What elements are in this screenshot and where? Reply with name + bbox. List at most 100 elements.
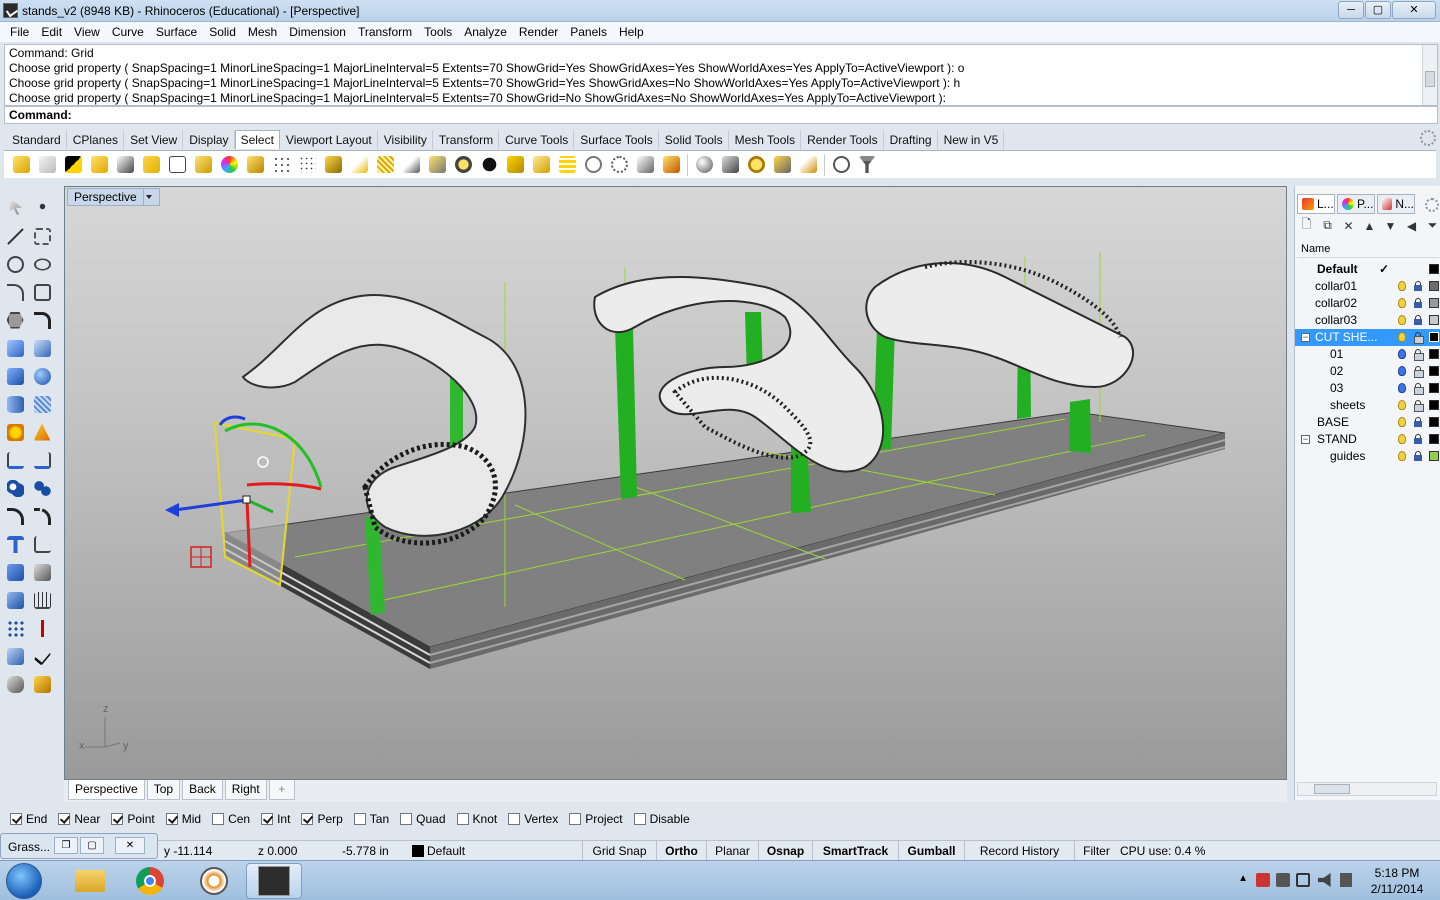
arc-icon[interactable] (3, 280, 27, 304)
checkbox[interactable] (111, 813, 124, 825)
layer-row-cut-sheets[interactable]: − CUT SHE... (1295, 329, 1440, 346)
select-meshes-icon[interactable] (476, 153, 502, 177)
layer-row-collar01[interactable]: collar01 (1295, 278, 1440, 295)
layer-color-swatch[interactable] (1429, 264, 1439, 274)
menu-mesh[interactable]: Mesh (242, 22, 283, 42)
unlock-icon[interactable] (1414, 400, 1424, 412)
select-by-color-icon[interactable] (216, 153, 242, 177)
viewport-title[interactable]: Perspective (67, 188, 160, 206)
lightbulb-icon[interactable] (1398, 332, 1406, 342)
mirror-icon[interactable] (30, 616, 54, 640)
tab-mesh-tools[interactable]: Mesh Tools (729, 130, 802, 149)
smarttrack-toggle[interactable]: SmartTrack (812, 841, 898, 861)
status-current-layer[interactable]: Default (412, 841, 465, 861)
collapse-toggle[interactable]: − (1301, 435, 1310, 444)
layer-row-guides[interactable]: guides (1295, 448, 1440, 465)
lightbulb-icon[interactable] (1398, 298, 1406, 308)
tab-top[interactable]: Top (146, 780, 181, 800)
select-text-icon[interactable] (528, 153, 554, 177)
show-hidden-icons-icon[interactable]: ▲ (1238, 873, 1248, 884)
osnap-tan[interactable]: Tan (353, 812, 389, 826)
point-icon[interactable] (30, 194, 54, 218)
media-player-taskbar-icon[interactable] (186, 863, 242, 899)
lightbulb-icon[interactable] (1398, 451, 1406, 461)
osnap-disable[interactable]: Disable (633, 812, 690, 826)
osnap-knot[interactable]: Knot (456, 812, 497, 826)
tab-display[interactable]: Display (183, 130, 235, 149)
select-lights-icon[interactable] (450, 153, 476, 177)
osnap-project[interactable]: Project (569, 812, 623, 826)
boolean-union-icon[interactable] (3, 476, 27, 500)
box-icon[interactable] (3, 364, 27, 388)
render-icon[interactable] (3, 672, 27, 696)
layers-horizontal-scrollbar[interactable] (1297, 782, 1437, 796)
check-icon[interactable] (30, 644, 54, 668)
gumball-plane-icon[interactable] (190, 546, 212, 568)
select-previous-icon[interactable] (112, 153, 138, 177)
layer-row-03[interactable]: 03 (1295, 380, 1440, 397)
layer-row-sheets[interactable]: sheets (1295, 397, 1440, 414)
scrollbar-thumb[interactable] (1314, 784, 1350, 794)
command-prompt-input[interactable]: Command: (4, 106, 1438, 124)
menu-tools[interactable]: Tools (418, 22, 458, 42)
lightbulb-icon[interactable] (1398, 400, 1406, 410)
gumball-x-arrowhead[interactable] (165, 503, 179, 517)
tab-back[interactable]: Back (182, 780, 223, 800)
cylinder-icon[interactable] (3, 392, 27, 416)
maximize-button[interactable]: ▢ (1365, 1, 1391, 19)
record-history-toggle[interactable]: Record History (964, 841, 1074, 861)
select-materials-icon[interactable] (769, 153, 795, 177)
select-points-icon[interactable] (268, 153, 294, 177)
ortho-toggle[interactable]: Ortho (656, 841, 706, 861)
select-blocks-icon[interactable] (502, 153, 528, 177)
layer-color-swatch[interactable] (1429, 383, 1439, 393)
menu-solid[interactable]: Solid (203, 22, 242, 42)
extrude-curve-icon[interactable] (30, 336, 54, 360)
lock-icon[interactable] (1414, 417, 1422, 427)
fillet-edge-icon[interactable] (3, 504, 27, 528)
tab-visibility[interactable]: Visibility (378, 130, 433, 149)
block-icon[interactable] (3, 588, 27, 612)
menu-file[interactable]: File (4, 22, 35, 42)
select-clipping-planes-icon[interactable] (580, 153, 606, 177)
dimension-icon[interactable] (30, 532, 54, 556)
select-last-icon[interactable] (86, 153, 112, 177)
osnap-vertex[interactable]: Vertex (508, 812, 558, 826)
osnap-mid[interactable]: Mid (165, 812, 201, 826)
checkbox[interactable] (58, 813, 71, 825)
menu-panels[interactable]: Panels (564, 22, 613, 42)
select-solids-icon[interactable] (190, 153, 216, 177)
restore-button[interactable]: ❐ (54, 837, 78, 854)
ellipse-icon[interactable] (30, 252, 54, 276)
layer-color-swatch[interactable] (1429, 434, 1439, 444)
lock-icon[interactable] (1414, 281, 1422, 291)
planar-toggle[interactable]: Planar (706, 841, 758, 861)
new-sublayer-icon[interactable]: ⧉ (1320, 218, 1335, 233)
osnap-near[interactable]: Near (58, 812, 100, 826)
select-boxes-icon[interactable] (717, 153, 743, 177)
unlock-icon[interactable] (1414, 383, 1424, 395)
layer-row-default[interactable]: Default ✓ (1295, 261, 1440, 278)
tab-select[interactable]: Select (234, 130, 280, 149)
materials-icon[interactable] (30, 672, 54, 696)
osnap-end[interactable]: End (10, 812, 47, 826)
lightbulb-icon[interactable] (1398, 315, 1406, 325)
select-annotations-icon[interactable] (424, 153, 450, 177)
layer-color-swatch[interactable] (1429, 298, 1439, 308)
filter-toggle[interactable]: Filter (1074, 841, 1118, 861)
tab-curve-tools[interactable]: Curve Tools (499, 130, 575, 149)
layer-color-swatch[interactable] (1429, 332, 1439, 342)
unlock-icon[interactable] (1414, 366, 1424, 378)
unlock-icon[interactable] (1414, 332, 1424, 344)
start-button[interactable] (6, 863, 42, 899)
checkbox[interactable] (301, 813, 314, 825)
tab-drafting[interactable]: Drafting (884, 130, 938, 149)
minimize-button[interactable]: ─ (1338, 1, 1364, 19)
osnap-int[interactable]: Int (261, 812, 290, 826)
panel-options-gear-icon[interactable] (1425, 198, 1439, 212)
volume-icon[interactable] (1318, 873, 1331, 887)
unlock-icon[interactable] (1414, 349, 1424, 361)
select-by-id-icon[interactable] (164, 153, 190, 177)
tab-properties[interactable]: P... (1337, 194, 1375, 214)
select-details-icon[interactable] (632, 153, 658, 177)
